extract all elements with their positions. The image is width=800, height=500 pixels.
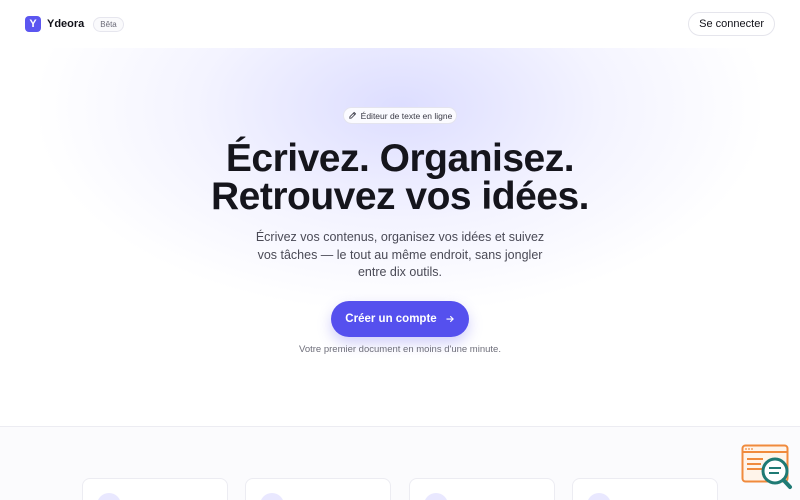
headline-line-2: Retrouvez vos idées. bbox=[211, 175, 589, 218]
feature-card-icon bbox=[424, 493, 448, 500]
feature-card bbox=[245, 478, 391, 500]
feature-card bbox=[82, 478, 228, 500]
feature-card-icon bbox=[97, 493, 121, 500]
hero-subtitle: Écrivez vos contenus, organisez vos idée… bbox=[255, 230, 545, 279]
beta-badge: Bêta bbox=[93, 16, 124, 32]
brand[interactable]: Y Ydeora Bêta bbox=[25, 16, 124, 32]
feature-card bbox=[409, 478, 555, 500]
feature-card-icon bbox=[587, 493, 611, 500]
feature-card bbox=[572, 478, 718, 500]
create-account-button[interactable]: Créer un compte bbox=[331, 301, 469, 337]
headline-line-1: Écrivez. Organisez. bbox=[225, 137, 575, 180]
page-title: Écrivez. Organisez. Retrouvez vos idées. bbox=[0, 137, 800, 218]
pencil-icon bbox=[348, 111, 356, 119]
feature-pill-label: Éditeur de texte en ligne bbox=[360, 110, 453, 121]
create-account-label: Créer un compte bbox=[345, 313, 437, 325]
feature-card-icon bbox=[260, 493, 284, 500]
search-console-widget-icon[interactable] bbox=[741, 444, 793, 490]
arrow-right-icon bbox=[446, 315, 454, 323]
login-button[interactable]: Se connecter bbox=[688, 12, 775, 36]
cta-note: Votre premier document en moins d'une mi… bbox=[299, 344, 501, 355]
brand-logo-icon: Y bbox=[25, 16, 41, 32]
feature-pill: Éditeur de texte en ligne bbox=[343, 107, 457, 124]
hero-section: Éditeur de texte en ligne Écrivez. Organ… bbox=[0, 48, 800, 428]
top-navigation: Y Ydeora Bêta Se connecter bbox=[0, 0, 800, 48]
feature-cards-section bbox=[0, 427, 800, 500]
brand-name: Ydeora bbox=[47, 18, 85, 30]
